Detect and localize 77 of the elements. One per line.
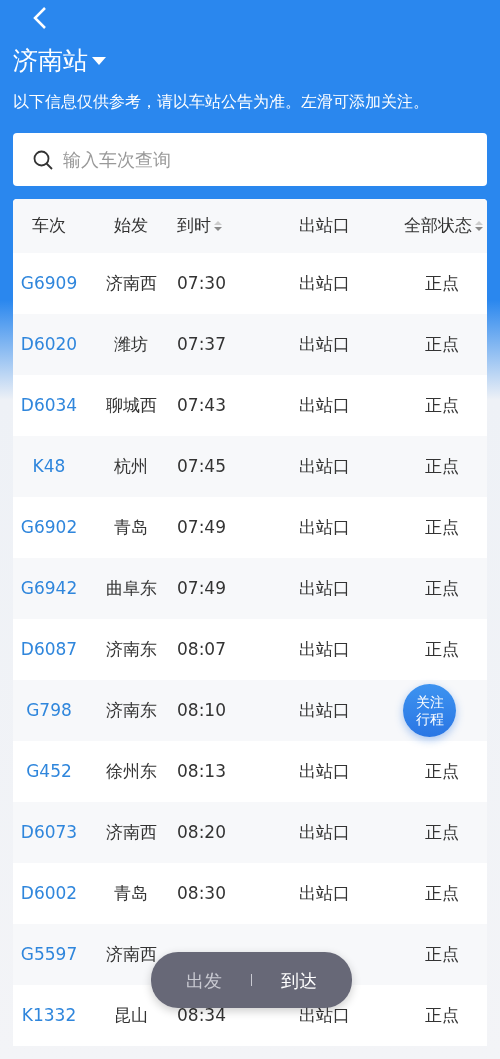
follow-button[interactable]: 关注行程	[403, 684, 456, 737]
table-cell: 济南西	[105, 821, 157, 842]
table-cell: 济南东	[105, 699, 157, 720]
sort-icon[interactable]	[475, 220, 483, 232]
table-cell: 出站口	[298, 699, 350, 720]
toggle-option[interactable]: 出发	[185, 966, 222, 994]
column-header: 车次	[32, 214, 66, 238]
table-cell: 正点	[425, 943, 459, 964]
table-cell: 青岛	[114, 882, 148, 903]
column-header: 出站口	[298, 214, 350, 238]
table-cell: 出站口	[298, 882, 350, 903]
table-cell: 正点	[425, 333, 459, 354]
table-cell: 正点	[425, 638, 459, 659]
table-cell: 出站口	[298, 577, 350, 598]
sort-icon[interactable]	[214, 220, 222, 232]
table-cell: 曲阜东	[105, 577, 157, 598]
toggle-option[interactable]: 到达	[281, 966, 318, 994]
table-cell: 徐州东	[105, 760, 157, 781]
table-cell: 07:49	[177, 577, 226, 598]
train-number[interactable]: K1332	[21, 1004, 77, 1025]
table-cell: 出站口	[298, 760, 350, 781]
table-cell: 正点	[425, 577, 459, 598]
train-number[interactable]: G798	[26, 699, 72, 720]
table-cell: 07:49	[177, 516, 226, 537]
train-number[interactable]: D6020	[20, 333, 78, 354]
table-cell: 07:43	[177, 394, 226, 415]
table-cell: 正点	[425, 760, 459, 781]
table-cell: 08:10	[177, 699, 226, 720]
table-cell: 济南西	[105, 272, 157, 293]
table-cell: 出站口	[298, 821, 350, 842]
train-number[interactable]: D6087	[20, 638, 78, 659]
table-cell: 出站口	[298, 638, 350, 659]
table-cell: 出站口	[298, 516, 350, 537]
train-number[interactable]: G452	[26, 760, 72, 781]
column-header: 始发	[114, 214, 148, 238]
table-cell: 出站口	[298, 1004, 350, 1025]
table-cell: 正点	[425, 455, 459, 476]
table-cell: 出站口	[298, 272, 350, 293]
train-number[interactable]: G6942	[20, 577, 78, 598]
train-number[interactable]: G5597	[20, 943, 78, 964]
train-number[interactable]: D6034	[20, 394, 78, 415]
table-cell: 济南东	[105, 638, 157, 659]
table-cell: 出站口	[298, 394, 350, 415]
table-cell: 青岛	[114, 516, 148, 537]
dropdown-caret-icon[interactable]	[92, 57, 106, 65]
table-cell: 07:30	[177, 272, 226, 293]
table-cell: 08:34	[177, 1004, 226, 1025]
table-cell: 正点	[425, 272, 459, 293]
table-cell: 08:20	[177, 821, 226, 842]
table-cell: 潍坊	[114, 333, 148, 354]
train-number[interactable]: G6902	[20, 516, 78, 537]
search-icon	[33, 149, 53, 170]
station-title[interactable]: 济南站	[13, 44, 88, 78]
train-number[interactable]: D6002	[20, 882, 78, 903]
notice-text: 以下信息仅供参考，请以车站公告为准。左滑可添加关注。	[13, 91, 430, 113]
table-cell: 正点	[425, 394, 459, 415]
train-number[interactable]: D6073	[20, 821, 78, 842]
table-cell: 昆山	[114, 1004, 148, 1025]
train-number[interactable]: G6909	[20, 272, 78, 293]
table-cell: 聊城西	[105, 394, 157, 415]
table-cell: 07:45	[177, 455, 226, 476]
table-cell: 08:07	[177, 638, 226, 659]
table-cell: 正点	[425, 821, 459, 842]
table-cell: 08:30	[177, 882, 226, 903]
table-cell: 出站口	[298, 455, 350, 476]
table-cell: 杭州	[114, 455, 148, 476]
back-icon[interactable]	[33, 6, 47, 30]
table-cell: 08:13	[177, 760, 226, 781]
table-cell: 07:37	[177, 333, 226, 354]
table-cell: 正点	[425, 882, 459, 903]
train-number[interactable]: K48	[32, 455, 66, 476]
column-header[interactable]: 全部状态	[404, 213, 472, 239]
table-cell: 出站口	[298, 333, 350, 354]
column-header[interactable]: 到时	[177, 213, 211, 239]
table-cell: 正点	[425, 1004, 459, 1025]
table-cell: 济南西	[105, 943, 157, 964]
table-cell: 正点	[425, 516, 459, 537]
